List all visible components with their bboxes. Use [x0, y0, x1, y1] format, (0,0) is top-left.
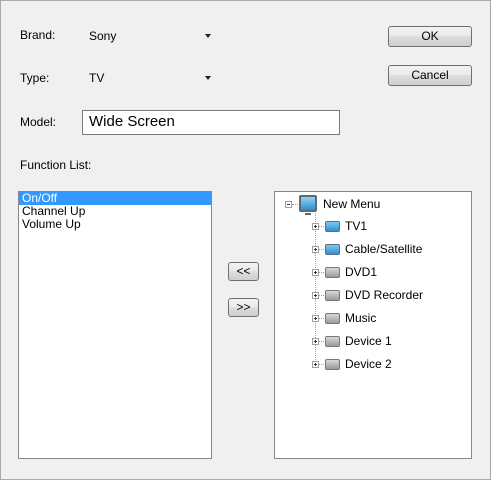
brand-dropdown[interactable]: Sony: [82, 24, 218, 46]
function-list[interactable]: On/Off Channel Up Volume Up: [18, 191, 212, 459]
ok-button[interactable]: OK: [388, 26, 472, 47]
tree-node-cable-satellite[interactable]: Cable/Satellite: [275, 240, 465, 260]
type-label: Type:: [20, 71, 50, 85]
tree-root-label: New Menu: [323, 197, 381, 211]
tree-node-device-1[interactable]: Device 1: [275, 332, 465, 352]
type-value: TV: [89, 71, 105, 85]
expand-icon[interactable]: [312, 223, 319, 230]
tv-icon: [325, 221, 340, 232]
tree-node-label: Device 2: [345, 357, 392, 371]
tree-node-label: Music: [345, 311, 377, 325]
cancel-button[interactable]: Cancel: [388, 65, 472, 86]
tree-node-device-2[interactable]: Device 2: [275, 355, 465, 375]
menu-tree[interactable]: New Menu TV1 Cable/Satellite DVD1 DVD Re…: [274, 191, 472, 459]
device-icon: [325, 267, 340, 278]
tree-node-tv1[interactable]: TV1: [275, 217, 465, 237]
device-icon: [325, 359, 340, 370]
chevron-down-icon: [205, 34, 211, 38]
expand-icon[interactable]: [312, 246, 319, 253]
function-list-label: Function List:: [20, 158, 92, 172]
menu-icon: [299, 195, 317, 215]
brand-value: Sony: [89, 29, 117, 43]
brand-label: Brand:: [20, 28, 56, 42]
device-icon: [325, 313, 340, 324]
device-icon: [325, 336, 340, 347]
expand-icon[interactable]: [312, 292, 319, 299]
tree-node-music[interactable]: Music: [275, 309, 465, 329]
expand-icon[interactable]: [312, 269, 319, 276]
move-right-button[interactable]: >>: [228, 298, 259, 317]
device-icon: [325, 290, 340, 301]
type-dropdown[interactable]: TV: [82, 66, 218, 88]
expand-icon[interactable]: [312, 315, 319, 322]
tree-node-label: DVD1: [345, 265, 378, 279]
model-input[interactable]: Wide Screen: [82, 110, 340, 135]
tree-node-label: DVD Recorder: [345, 288, 424, 302]
expand-icon[interactable]: [312, 361, 319, 368]
model-label: Model:: [20, 115, 57, 129]
chevron-down-icon: [205, 76, 211, 80]
tree-node-label: Device 1: [345, 334, 392, 348]
tree-node-label: TV1: [345, 219, 368, 233]
tree-node-dvd-recorder[interactable]: DVD Recorder: [275, 286, 465, 306]
tv-icon: [325, 244, 340, 255]
tree-node-dvd1[interactable]: DVD1: [275, 263, 465, 283]
tree-root[interactable]: New Menu: [275, 194, 465, 215]
model-value: Wide Screen: [89, 113, 175, 130]
move-left-button[interactable]: <<: [228, 262, 259, 281]
list-item[interactable]: Volume Up: [19, 218, 211, 231]
tree-node-label: Cable/Satellite: [345, 242, 423, 256]
expand-icon[interactable]: [312, 338, 319, 345]
collapse-icon[interactable]: [285, 201, 292, 208]
